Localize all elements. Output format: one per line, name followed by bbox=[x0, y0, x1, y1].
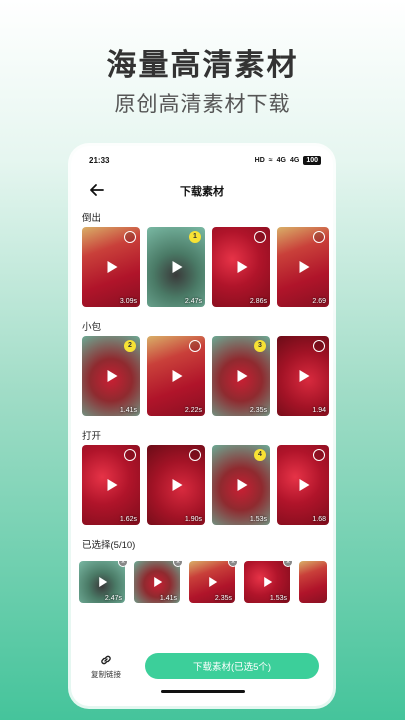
duration-label: 1.53s bbox=[249, 516, 267, 523]
play-icon bbox=[237, 370, 248, 382]
select-circle-icon[interactable] bbox=[189, 340, 201, 352]
play-icon bbox=[299, 261, 310, 273]
duration-label: 3.09s bbox=[119, 298, 137, 305]
status-icons: HD ≈ 4G 4G 100 bbox=[254, 155, 321, 165]
remove-icon[interactable]: × bbox=[283, 561, 293, 567]
status-time: 21:33 bbox=[89, 155, 110, 165]
select-circle-icon[interactable] bbox=[254, 231, 266, 243]
video-thumb[interactable]: 2.86s bbox=[212, 227, 270, 307]
selection-badge[interactable]: 2 bbox=[124, 340, 136, 352]
video-thumb[interactable]: 2.22s bbox=[147, 336, 205, 416]
duration-label: 1.94 bbox=[312, 407, 326, 414]
selected-thumb[interactable]: 1.53s × bbox=[244, 561, 293, 603]
hero-subtitle: 原创高清素材下载 bbox=[114, 93, 291, 116]
selection-badge[interactable]: 1 bbox=[189, 231, 201, 243]
video-thumb[interactable]: 1.62s bbox=[82, 445, 140, 525]
duration-label: 2.47s bbox=[104, 595, 122, 602]
video-thumb[interactable]: 1.68 bbox=[277, 445, 329, 525]
video-thumb[interactable]: 2 1.41s bbox=[82, 336, 140, 416]
play-icon bbox=[299, 370, 310, 382]
play-icon bbox=[237, 261, 248, 273]
section-xiaobao: 小包 2 1.41s 2.22s 3 2.35s 1.94 bbox=[71, 319, 333, 416]
thumb-row: 2 1.41s 2.22s 3 2.35s 1.94 bbox=[82, 336, 333, 416]
section-label: 倒出 bbox=[82, 213, 102, 224]
duration-label: 1.68 bbox=[312, 516, 326, 523]
play-icon bbox=[107, 261, 118, 273]
duration-label: 2.35s bbox=[249, 407, 267, 414]
video-thumb[interactable]: 4 1.53s bbox=[212, 445, 270, 525]
select-circle-icon[interactable] bbox=[313, 340, 325, 352]
selection-badge[interactable]: 4 bbox=[254, 449, 266, 461]
selected-count-label: 已选择(5/10) bbox=[82, 540, 136, 551]
status-bar: 21:33 HD ≈ 4G 4G 100 bbox=[71, 146, 333, 174]
arrow-left-icon bbox=[90, 184, 104, 196]
duration-label: 2.22s bbox=[184, 407, 202, 414]
play-icon bbox=[107, 370, 118, 382]
video-thumb[interactable]: 1.90s bbox=[147, 445, 205, 525]
play-icon bbox=[264, 577, 273, 587]
select-circle-icon[interactable] bbox=[124, 231, 136, 243]
duration-label: 2.86s bbox=[249, 298, 267, 305]
play-icon bbox=[107, 479, 118, 491]
nav-bar: 下载素材 bbox=[71, 174, 333, 208]
section-label: 小包 bbox=[82, 322, 102, 333]
copy-link-label: 复制链接 bbox=[91, 669, 121, 679]
duration-label: 2.47s bbox=[184, 298, 202, 305]
page-title: 下载素材 bbox=[180, 186, 224, 198]
signal-icon-2: 4G bbox=[289, 156, 300, 164]
copy-link-button[interactable]: 复制链接 bbox=[71, 653, 141, 680]
play-icon bbox=[172, 479, 183, 491]
duration-label: 1.41s bbox=[119, 407, 137, 414]
play-icon bbox=[172, 370, 183, 382]
section-daochu: 倒出 3.09s 1 2.47s 2.86s 2.69 bbox=[71, 210, 333, 307]
video-thumb[interactable]: 3 2.35s bbox=[212, 336, 270, 416]
phone-screen: 21:33 HD ≈ 4G 4G 100 下载素材 倒出 3.09s 1 2.4… bbox=[71, 146, 333, 706]
selected-thumb[interactable]: 1.41s × bbox=[134, 561, 183, 603]
video-thumb[interactable]: 3.09s bbox=[82, 227, 140, 307]
duration-label: 1.53s bbox=[269, 595, 287, 602]
select-circle-icon[interactable] bbox=[313, 449, 325, 461]
remove-icon[interactable]: × bbox=[118, 561, 128, 567]
play-icon bbox=[209, 577, 218, 587]
signal-icon-1: 4G bbox=[276, 156, 286, 164]
thumb-row: 3.09s 1 2.47s 2.86s 2.69 bbox=[82, 227, 333, 307]
duration-label: 1.62s bbox=[119, 516, 137, 523]
selected-row: 2.47s × 1.41s × 2.35s × 1.53s × bbox=[71, 561, 333, 607]
video-thumb[interactable]: 2.69 bbox=[277, 227, 329, 307]
selected-thumb[interactable]: 2.47s × bbox=[79, 561, 128, 603]
video-thumb[interactable]: 1 2.47s bbox=[147, 227, 205, 307]
select-circle-icon[interactable] bbox=[189, 449, 201, 461]
selected-thumb[interactable]: 2.35s × bbox=[189, 561, 238, 603]
download-button[interactable]: 下载素材(已选5个) bbox=[145, 653, 319, 679]
video-thumb[interactable]: 1.94 bbox=[277, 336, 329, 416]
back-button[interactable] bbox=[87, 180, 107, 200]
selection-badge[interactable]: 3 bbox=[254, 340, 266, 352]
play-icon bbox=[172, 261, 183, 273]
hd-icon: HD bbox=[254, 156, 265, 164]
home-indicator bbox=[161, 690, 245, 693]
bottom-bar: 复制链接 下载素材(已选5个) bbox=[71, 646, 333, 686]
select-circle-icon[interactable] bbox=[313, 231, 325, 243]
link-icon bbox=[101, 655, 111, 664]
play-icon bbox=[299, 479, 310, 491]
duration-label: 2.69 bbox=[312, 298, 326, 305]
remove-icon[interactable]: × bbox=[173, 561, 183, 567]
section-dakai: 打开 1.62s 1.90s 4 1.53s 1.68 bbox=[71, 428, 333, 525]
battery-icon: 100 bbox=[303, 155, 321, 165]
duration-label: 1.41s bbox=[159, 595, 177, 602]
thumb-row: 1.62s 1.90s 4 1.53s 1.68 bbox=[82, 445, 333, 525]
section-label: 打开 bbox=[82, 431, 102, 442]
hero-title: 海量高清素材 bbox=[106, 49, 299, 82]
play-icon bbox=[99, 577, 108, 587]
wifi-icon: ≈ bbox=[268, 156, 273, 164]
duration-label: 2.35s bbox=[214, 595, 232, 602]
select-circle-icon[interactable] bbox=[124, 449, 136, 461]
play-icon bbox=[154, 577, 163, 587]
play-icon bbox=[237, 479, 248, 491]
selected-thumb[interactable] bbox=[299, 561, 327, 603]
duration-label: 1.90s bbox=[184, 516, 202, 523]
remove-icon[interactable]: × bbox=[228, 561, 238, 567]
